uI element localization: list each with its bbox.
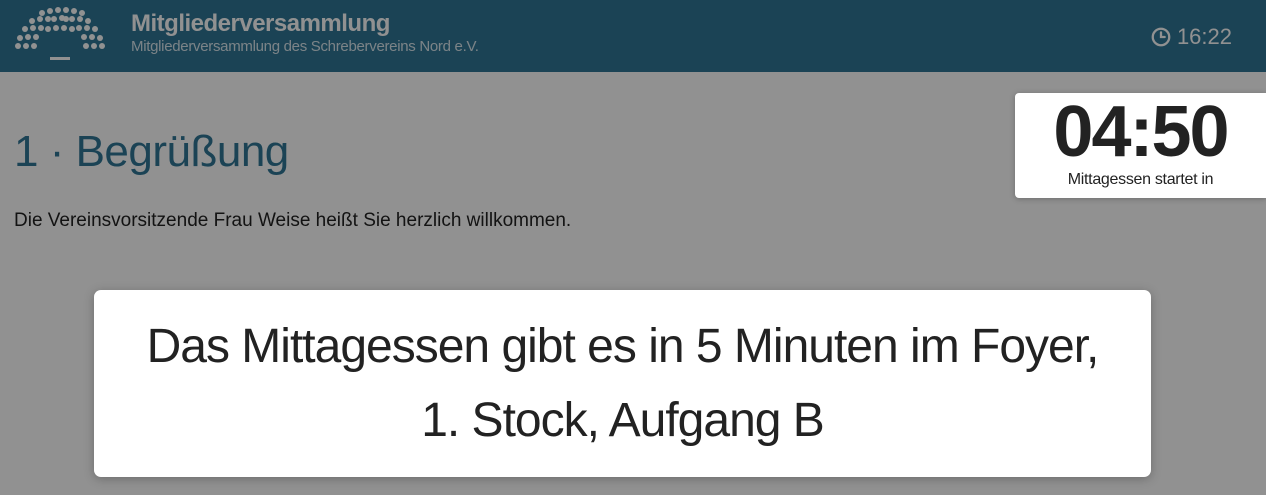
countdown-box: 04:50 Mittagessen startet in: [1015, 93, 1266, 198]
countdown-label: Mittagessen startet in: [1067, 171, 1214, 188]
message-line-1: Das Mittagessen gibt es in 5 Minuten im …: [146, 319, 1100, 373]
message-line-2: 1. Stock, Aufgang B: [421, 393, 825, 447]
countdown-time: 04:50: [1053, 92, 1229, 172]
projector-message: Das Mittagessen gibt es in 5 Minuten im …: [94, 290, 1151, 477]
